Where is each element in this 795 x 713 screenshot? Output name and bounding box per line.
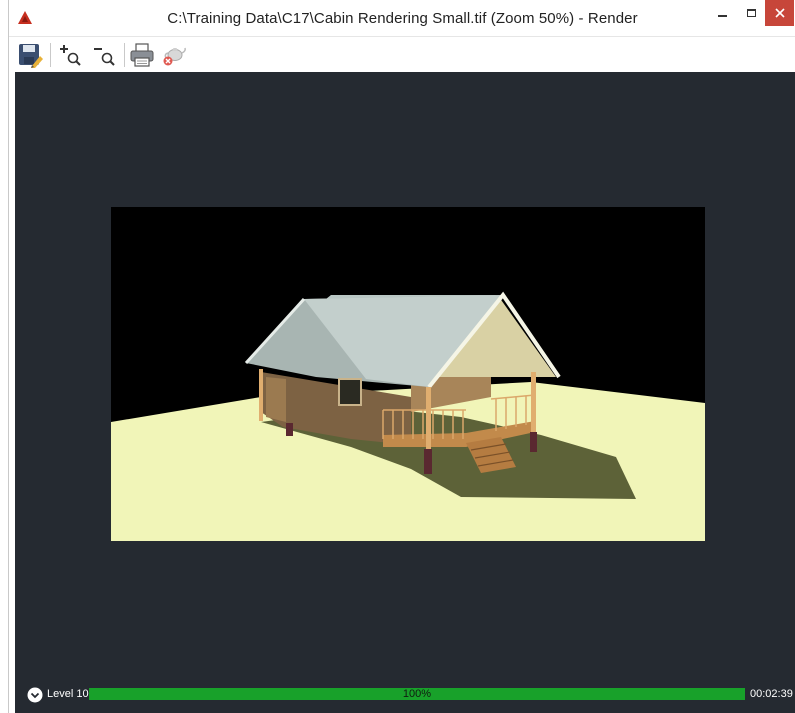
save-button[interactable] — [15, 40, 45, 70]
toolbar-separator — [124, 43, 125, 67]
minimize-button[interactable] — [707, 0, 737, 26]
close-icon — [774, 8, 785, 18]
print-button[interactable] — [127, 40, 157, 70]
title-bar[interactable]: C:\Training Data\C17\Cabin Rendering Sma… — [9, 0, 795, 36]
render-toolbar — [9, 36, 795, 72]
zoom-out-button[interactable] — [89, 40, 119, 70]
window-title: C:\Training Data\C17\Cabin Rendering Sma… — [167, 10, 638, 27]
render-progress-label: 100% — [402, 688, 432, 700]
save-icon — [19, 44, 43, 68]
expand-chevron-icon[interactable] — [27, 687, 43, 703]
render-level-label: Level 10 — [47, 688, 89, 700]
teapot-cancel-icon — [163, 47, 186, 66]
zoom-in-icon — [60, 45, 81, 66]
zoom-out-icon — [94, 48, 115, 66]
render-progress-bar: 100% — [89, 688, 745, 700]
maximize-button[interactable] — [737, 0, 765, 26]
toolbar-separator — [50, 43, 51, 67]
elapsed-time: 00:02:39 — [750, 688, 793, 700]
render-window: C:\Training Data\C17\Cabin Rendering Sma… — [8, 0, 795, 713]
rendered-image-cabin — [111, 207, 705, 541]
minimize-icon — [717, 15, 727, 17]
maximize-icon — [746, 9, 756, 17]
print-icon — [130, 43, 154, 67]
render-canvas[interactable] — [15, 72, 795, 713]
close-button[interactable] — [765, 0, 794, 26]
zoom-in-button[interactable] — [55, 40, 85, 70]
cancel-render-button[interactable] — [159, 40, 189, 70]
